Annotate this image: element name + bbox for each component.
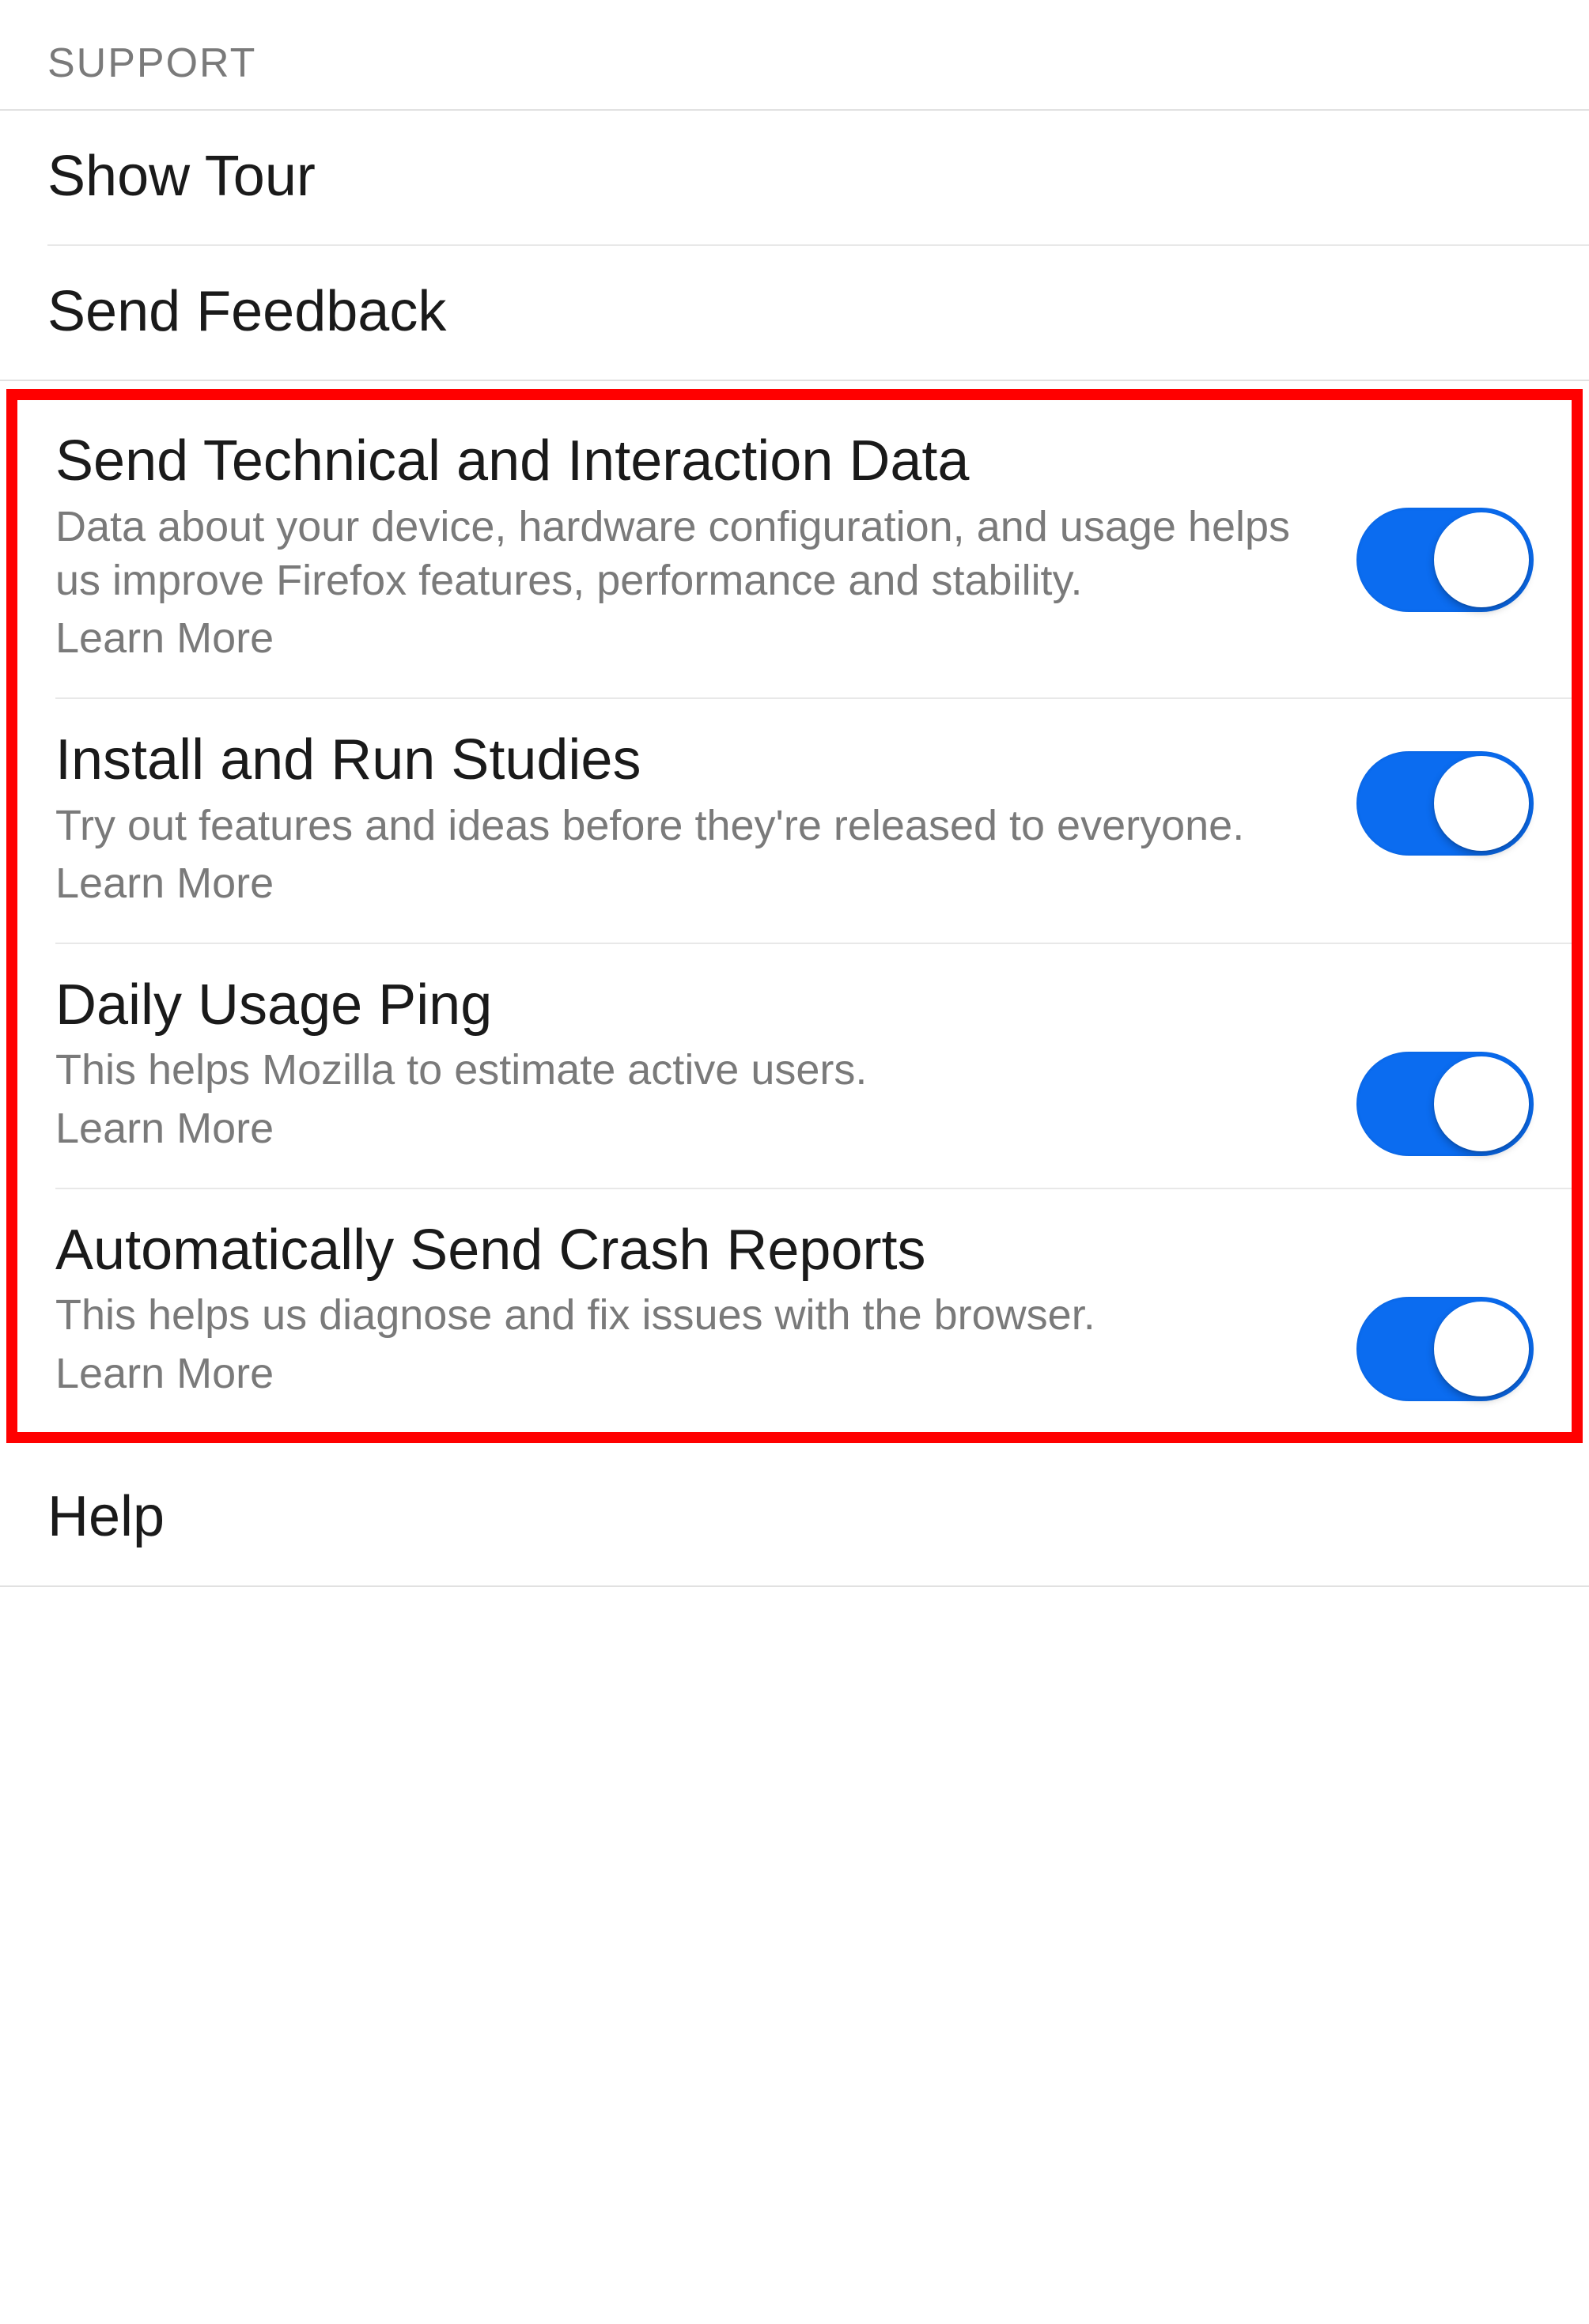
toggle-container xyxy=(1356,727,1534,856)
row-text: Automatically Send Crash Reports This he… xyxy=(55,1218,1325,1404)
highlight-box: Send Technical and Interaction Data Data… xyxy=(6,389,1583,1443)
daily-usage-ping-row: Daily Usage Ping This helps Mozilla to e… xyxy=(17,944,1572,1188)
crash-reports-toggle[interactable] xyxy=(1356,1297,1534,1401)
send-technical-data-row: Send Technical and Interaction Data Data… xyxy=(17,400,1572,697)
row-text: Install and Run Studies Try out features… xyxy=(55,727,1325,914)
toggle-container xyxy=(1356,1218,1534,1401)
toggle-knob xyxy=(1434,756,1529,851)
toggle-knob xyxy=(1434,1302,1529,1396)
row-description: This helps us diagnose and fix issues wi… xyxy=(55,1289,1325,1343)
toggle-knob xyxy=(1434,1056,1529,1151)
install-run-studies-row: Install and Run Studies Try out features… xyxy=(17,699,1572,943)
row-text: Send Technical and Interaction Data Data… xyxy=(55,429,1325,668)
row-title: Automatically Send Crash Reports xyxy=(55,1218,1325,1283)
learn-more-link[interactable]: Learn More xyxy=(55,1099,1325,1159)
row-description: Try out features and ideas before they'r… xyxy=(55,799,1325,853)
learn-more-link[interactable]: Learn More xyxy=(55,609,1325,669)
daily-usage-ping-toggle[interactable] xyxy=(1356,1052,1534,1156)
install-run-studies-toggle[interactable] xyxy=(1356,751,1534,856)
row-title: Install and Run Studies xyxy=(55,727,1325,793)
toggle-container xyxy=(1356,429,1534,612)
divider xyxy=(0,1585,1589,1587)
toggle-container xyxy=(1356,973,1534,1156)
divider xyxy=(0,380,1589,381)
help-row[interactable]: Help xyxy=(0,1451,1589,1585)
toggle-knob xyxy=(1434,512,1529,607)
show-tour-row[interactable]: Show Tour xyxy=(0,111,1589,244)
row-text: Daily Usage Ping This helps Mozilla to e… xyxy=(55,973,1325,1159)
row-title: Send Technical and Interaction Data xyxy=(55,429,1325,494)
row-description: Data about your device, hardware configu… xyxy=(55,501,1325,607)
send-technical-data-toggle[interactable] xyxy=(1356,508,1534,612)
send-feedback-row[interactable]: Send Feedback xyxy=(0,246,1589,380)
section-header-support: SUPPORT xyxy=(0,0,1589,109)
learn-more-link[interactable]: Learn More xyxy=(55,854,1325,914)
row-description: This helps Mozilla to estimate active us… xyxy=(55,1044,1325,1098)
learn-more-link[interactable]: Learn More xyxy=(55,1344,1325,1404)
crash-reports-row: Automatically Send Crash Reports This he… xyxy=(17,1189,1572,1433)
row-title: Daily Usage Ping xyxy=(55,973,1325,1038)
